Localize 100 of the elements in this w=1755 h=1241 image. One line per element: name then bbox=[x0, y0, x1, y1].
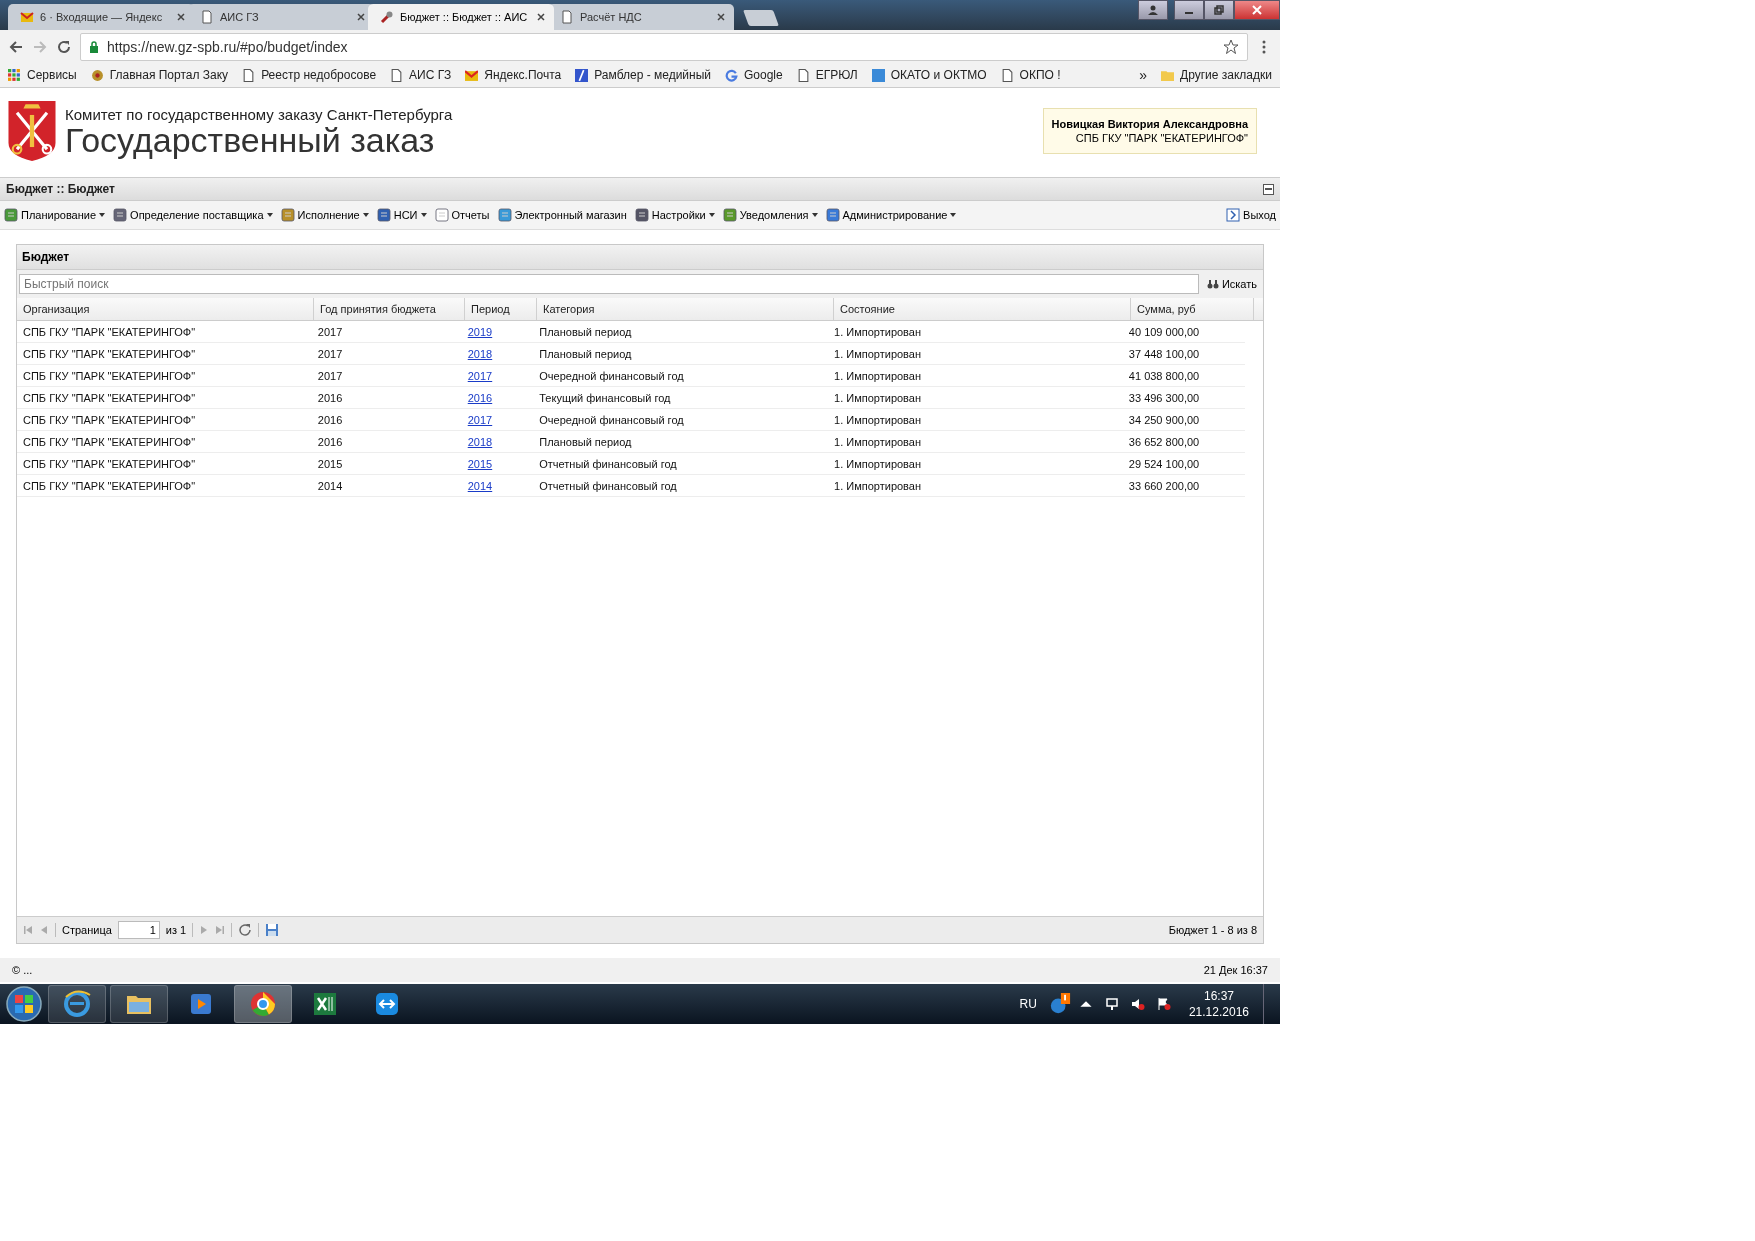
bookmark-link[interactable]: ОКАТО и ОКТМО bbox=[890, 68, 987, 82]
caret-icon[interactable] bbox=[362, 213, 369, 217]
menu-item[interactable]: Отчеты bbox=[451, 209, 490, 221]
table-cell-text: 1. Импортирован bbox=[833, 478, 923, 494]
column-header[interactable]: Период bbox=[465, 298, 537, 320]
bookmark-link[interactable]: Яндекс.Почта bbox=[484, 68, 562, 82]
bookmark-link[interactable]: Главная Портал Заку bbox=[109, 68, 229, 82]
menu-item[interactable]: Электронный магазин bbox=[514, 209, 627, 221]
menu-item[interactable]: Планирование bbox=[21, 209, 97, 221]
bookmark-link[interactable]: ЕГРЮЛ bbox=[815, 68, 858, 82]
caret-icon[interactable] bbox=[708, 213, 715, 217]
lock-icon bbox=[89, 40, 99, 53]
close-icon[interactable] bbox=[356, 12, 366, 22]
refresh-icon[interactable] bbox=[238, 923, 253, 937]
page-icon[interactable] bbox=[390, 68, 404, 82]
period-link[interactable]: 2016 bbox=[467, 391, 493, 404]
bookmark-link[interactable]: Рамблер - медийный bbox=[594, 68, 711, 82]
close-icon[interactable] bbox=[536, 12, 546, 22]
menu-item[interactable]: Уведомления bbox=[739, 209, 809, 221]
period-link[interactable]: 2018 bbox=[467, 435, 493, 448]
column-header[interactable]: Сумма, руб bbox=[1131, 298, 1254, 320]
bookmark-folder[interactable]: Другие закладки bbox=[1180, 68, 1272, 82]
flag-icon[interactable] bbox=[1156, 997, 1171, 1011]
bookmark-link[interactable]: ОКПО ! bbox=[1019, 68, 1061, 82]
column-header[interactable]: Год принятия бюджета bbox=[314, 298, 465, 320]
clock-date[interactable]: 21.12.2016 bbox=[1188, 1004, 1249, 1020]
table-cell-text: 2017 bbox=[316, 368, 344, 384]
slash-icon[interactable] bbox=[575, 68, 589, 82]
square-icon[interactable] bbox=[871, 68, 885, 82]
column-header[interactable]: Категория bbox=[537, 298, 834, 320]
more-bookmarks-button[interactable]: » bbox=[1139, 67, 1148, 83]
menu-item[interactable]: Определение поставщика bbox=[130, 209, 264, 221]
period-link[interactable]: 2017 bbox=[467, 369, 493, 382]
period-link[interactable]: 2018 bbox=[467, 347, 493, 360]
bookmark-link[interactable]: Реестр недобросове bbox=[261, 68, 377, 82]
search-button[interactable]: Искать bbox=[1202, 278, 1261, 290]
logout-button[interactable]: Выход bbox=[1243, 209, 1276, 221]
collapse-icon[interactable] bbox=[1263, 183, 1274, 195]
status-datetime: 21 Дек 16:37 bbox=[1203, 964, 1268, 976]
period-link[interactable]: 2017 bbox=[467, 413, 493, 426]
page-number-field[interactable]: 1 bbox=[117, 921, 160, 939]
envelope-icon[interactable] bbox=[465, 68, 479, 82]
close-button[interactable] bbox=[1234, 0, 1280, 20]
close-icon[interactable] bbox=[176, 12, 186, 22]
menu-item[interactable]: Администрирование bbox=[842, 209, 948, 221]
start-button[interactable] bbox=[4, 984, 44, 1024]
address-field[interactable]: https://new.gz-spb.ru/#po/budget/index bbox=[80, 32, 1248, 61]
search-field[interactable]: Быстрый поиск bbox=[19, 274, 1199, 294]
back-icon[interactable] bbox=[8, 38, 24, 55]
taskbar-button[interactable] bbox=[234, 985, 292, 1023]
restore-button[interactable] bbox=[1204, 0, 1234, 20]
table-cell-text: 1. Импортирован bbox=[833, 434, 923, 450]
period-link[interactable]: 2019 bbox=[467, 325, 493, 338]
menu-item[interactable]: Настройки bbox=[651, 209, 706, 221]
table-cell-text: Очередной финансовый год bbox=[538, 368, 685, 384]
taskbar-button[interactable] bbox=[48, 985, 106, 1023]
column-header[interactable]: Состояние bbox=[834, 298, 1131, 320]
table-cell-text: 34 250 900,00 bbox=[1127, 412, 1201, 428]
bookmark-link[interactable]: Сервисы bbox=[27, 68, 77, 82]
caret-icon[interactable] bbox=[811, 213, 818, 217]
save-icon[interactable] bbox=[265, 923, 280, 937]
menu-item[interactable]: НСИ bbox=[393, 209, 418, 221]
muted-speaker-icon[interactable] bbox=[1130, 997, 1145, 1011]
caret-icon[interactable] bbox=[950, 213, 957, 217]
bookmark-link[interactable]: АИС ГЗ bbox=[409, 68, 452, 82]
caret-icon[interactable] bbox=[266, 213, 273, 217]
bookmark-link[interactable]: Google bbox=[744, 68, 783, 82]
menu-item[interactable]: Исполнение bbox=[297, 209, 360, 221]
user-button[interactable] bbox=[1138, 0, 1168, 20]
minimize-button[interactable] bbox=[1174, 0, 1204, 20]
page-icon[interactable] bbox=[796, 68, 810, 82]
new-tab-button[interactable] bbox=[743, 10, 779, 26]
page-count: из 1 bbox=[165, 924, 187, 936]
panel-title: Бюджет bbox=[17, 245, 1263, 270]
emblem-icon[interactable] bbox=[90, 68, 104, 82]
g-letter-icon[interactable] bbox=[725, 68, 738, 82]
copyright-text: © ... bbox=[12, 964, 33, 976]
table-cell-text: 2014 bbox=[316, 478, 344, 494]
list-icon[interactable] bbox=[4, 208, 18, 222]
apps-grid-icon[interactable] bbox=[8, 68, 21, 82]
close-icon[interactable] bbox=[716, 12, 726, 22]
organization-title: Комитет по государственному заказу Санкт-Петербурга bbox=[65, 105, 453, 123]
column-header[interactable]: Организация bbox=[17, 298, 314, 320]
period-link[interactable]: 2014 bbox=[467, 479, 493, 492]
table-cell-text: Плановый период bbox=[538, 324, 633, 340]
table-cell-text: Плановый период bbox=[538, 346, 633, 362]
page-icon[interactable] bbox=[1000, 68, 1014, 82]
caret-icon[interactable] bbox=[99, 213, 106, 217]
network-icon[interactable] bbox=[1104, 997, 1119, 1011]
browser-tab[interactable]: Бюджет :: Бюджет :: АИС bbox=[368, 4, 554, 30]
star-icon[interactable] bbox=[1223, 38, 1239, 55]
reload-icon[interactable] bbox=[56, 38, 72, 55]
period-link[interactable]: 2015 bbox=[467, 457, 493, 470]
language-indicator[interactable]: RU bbox=[1019, 997, 1037, 1011]
exit-icon[interactable] bbox=[1226, 208, 1241, 222]
alert-icon[interactable] bbox=[1048, 993, 1071, 1015]
page-icon[interactable] bbox=[242, 68, 256, 82]
clock-time[interactable]: 16:37 bbox=[1203, 988, 1234, 1004]
taskbar-button[interactable] bbox=[110, 985, 168, 1023]
caret-icon[interactable] bbox=[420, 213, 427, 217]
